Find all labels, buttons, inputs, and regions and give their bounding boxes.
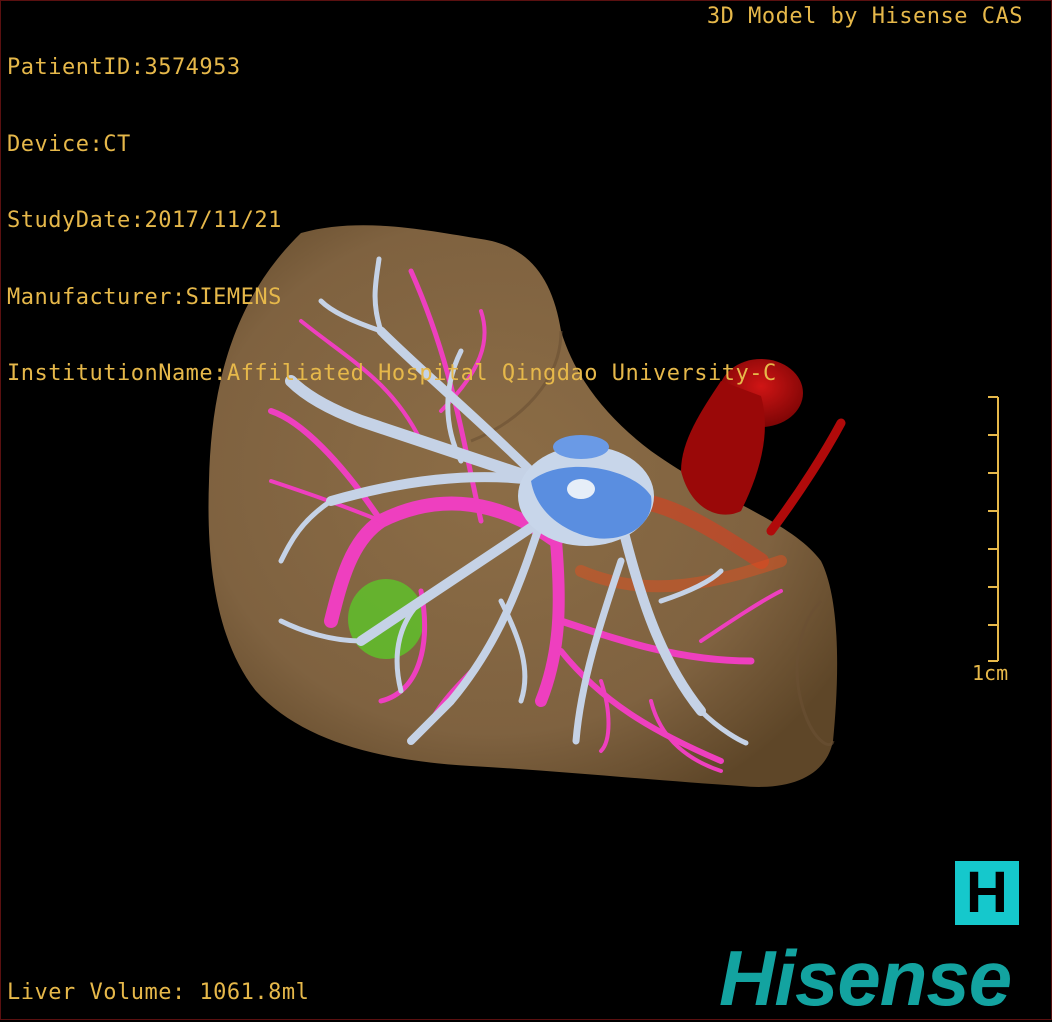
manufacturer: Manufacturer:SIEMENS (7, 284, 282, 310)
logo-mark-letter: H (966, 860, 1008, 925)
model-credit: 3D Model by Hisense CAS (706, 4, 1023, 29)
dicom-info-overlay: PatientID:3574953 Device:CT StudyDate:20… (7, 4, 777, 438)
study-date: StudyDate:2017/11/21 (7, 208, 282, 233)
patient-id: PatientID:3574953 (7, 55, 241, 80)
scale-bar (988, 396, 999, 662)
institution-name: InstitutionName:Affiliated Hospital Qing… (7, 361, 777, 386)
hisense-brand-logo: Hisense (719, 934, 1012, 1022)
liver-volume: Liver Volume: 1061.8ml (7, 980, 310, 1005)
scale-label: 1cm (972, 661, 1009, 685)
3d-viewport[interactable]: PatientID:3574953 Device:CT StudyDate:20… (0, 0, 1052, 1020)
hisense-logo-mark: H (955, 861, 1019, 925)
device: Device:CT (7, 131, 131, 157)
